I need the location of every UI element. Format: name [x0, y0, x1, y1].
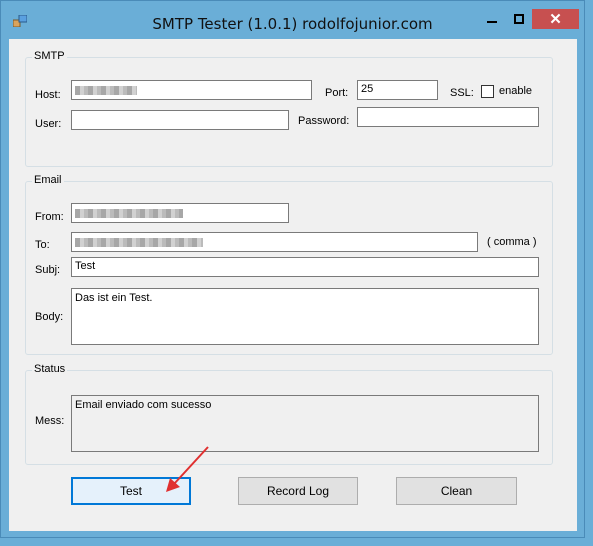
maximize-button[interactable]: [505, 9, 532, 29]
to-redacted: [75, 238, 203, 247]
close-icon: ✕: [549, 11, 562, 28]
body-textarea[interactable]: Das ist ein Test.: [71, 288, 539, 345]
from-label: From:: [35, 211, 64, 223]
email-group: Email From: To: ( comma ) Subj: Test Bod…: [25, 174, 553, 355]
user-input[interactable]: [71, 110, 289, 130]
record-log-button[interactable]: Record Log: [238, 477, 358, 505]
password-input[interactable]: [357, 107, 539, 127]
maximize-icon: [513, 14, 524, 24]
host-input[interactable]: [71, 80, 312, 100]
ssl-label: SSL:: [450, 87, 474, 99]
ssl-enable-label: enable: [499, 85, 533, 97]
port-label: Port:: [325, 87, 349, 99]
from-redacted: [75, 209, 183, 218]
title-bar[interactable]: SMTP Tester (1.0.1) rodolfojunior.com ✕: [1, 1, 584, 33]
subject-input[interactable]: Test: [71, 257, 539, 277]
status-group-title: Status: [32, 363, 68, 375]
to-input[interactable]: [71, 232, 478, 252]
user-label: User:: [35, 118, 62, 130]
clean-button[interactable]: Clean: [396, 477, 517, 505]
status-message-box[interactable]: Email enviado com sucesso: [71, 395, 539, 452]
smtp-group: SMTP Host: Port: 25 SSL: enable User: Pa…: [25, 50, 553, 167]
email-group-title: Email: [32, 174, 64, 186]
smtp-group-title: SMTP: [32, 50, 67, 62]
close-button[interactable]: ✕: [532, 9, 579, 29]
subj-label: Subj:: [35, 264, 61, 276]
smtp-tester-window: SMTP Tester (1.0.1) rodolfojunior.com ✕ …: [0, 0, 585, 538]
to-label: To:: [35, 239, 50, 251]
ssl-enable-checkbox[interactable]: [481, 85, 494, 98]
status-group: Status Mess: Email enviado com sucesso: [25, 363, 553, 465]
password-label: Password:: [298, 115, 350, 127]
minimize-button[interactable]: [478, 9, 505, 29]
host-label: Host:: [35, 89, 61, 101]
from-input[interactable]: [71, 203, 289, 223]
host-redacted: [75, 86, 137, 95]
to-comma-hint: ( comma ): [487, 236, 537, 248]
mess-label: Mess:: [35, 415, 65, 427]
test-button[interactable]: Test: [71, 477, 191, 505]
minimize-icon: [486, 21, 497, 23]
client-area: SMTP Host: Port: 25 SSL: enable User: Pa…: [9, 39, 577, 531]
port-input[interactable]: 25: [357, 80, 438, 100]
body-label: Body:: [35, 311, 64, 323]
